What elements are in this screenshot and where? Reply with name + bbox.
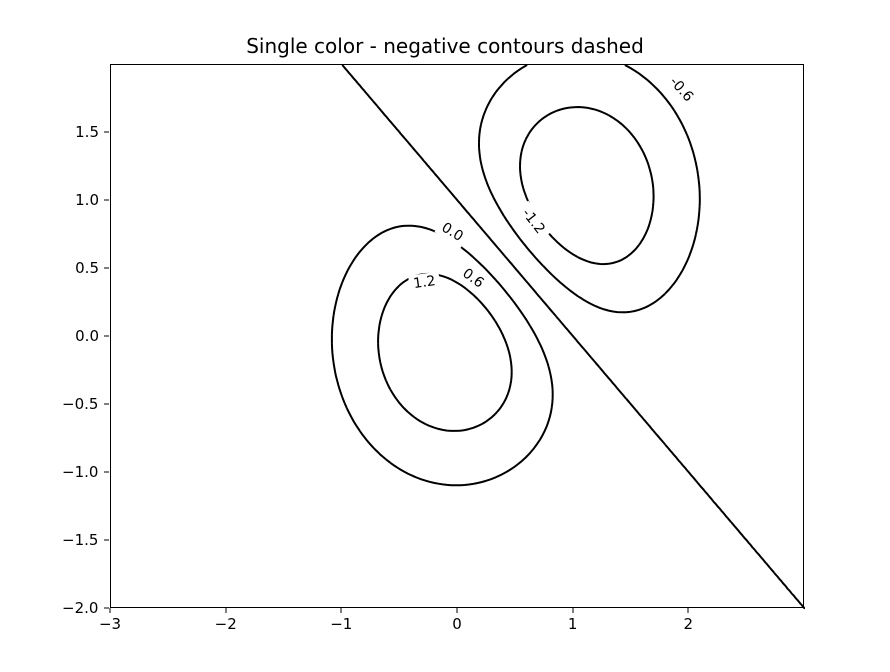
- ytick-label: −1.5: [62, 531, 98, 549]
- ytick-label: 1.5: [72, 123, 99, 141]
- ytick-mark: [104, 404, 109, 405]
- xtick-label: −2: [215, 615, 237, 633]
- xtick-mark: [225, 608, 226, 613]
- xtick-mark: [110, 608, 111, 613]
- ytick-mark: [104, 540, 109, 541]
- ytick-label: 1.0: [72, 191, 99, 209]
- contour-level: [479, 65, 700, 312]
- contour-level: [332, 226, 553, 486]
- ytick-label: −1.0: [62, 463, 98, 481]
- contour-level: [342, 65, 805, 609]
- chart-container: Single color - negative contours dashed …: [0, 0, 890, 672]
- xtick-mark: [457, 608, 458, 613]
- ytick-mark: [104, 268, 109, 269]
- xtick-mark: [572, 608, 573, 613]
- ytick-mark: [104, 336, 109, 337]
- chart-title: Single color - negative contours dashed: [0, 34, 890, 58]
- ytick-mark: [104, 200, 109, 201]
- contour-plot-svg: -1.2-0.60.00.61.2: [111, 65, 805, 609]
- ytick-mark: [104, 608, 109, 609]
- xtick-label: 2: [684, 615, 694, 633]
- xtick-label: −3: [99, 615, 121, 633]
- contour-level: [378, 274, 512, 431]
- xtick-mark: [688, 608, 689, 613]
- contour-inline-label: 1.2: [412, 273, 436, 292]
- ytick-label: −0.5: [62, 395, 98, 413]
- ytick-label: −2.0: [62, 599, 98, 617]
- xtick-mark: [341, 608, 342, 613]
- xtick-label: 1: [568, 615, 578, 633]
- plot-area: -1.2-0.60.00.61.2: [110, 64, 804, 608]
- ytick-label: 0.0: [72, 327, 99, 345]
- xtick-label: −1: [330, 615, 352, 633]
- xtick-label: 0: [452, 615, 462, 633]
- ytick-mark: [104, 132, 109, 133]
- ytick-label: 0.5: [72, 259, 99, 277]
- ytick-mark: [104, 472, 109, 473]
